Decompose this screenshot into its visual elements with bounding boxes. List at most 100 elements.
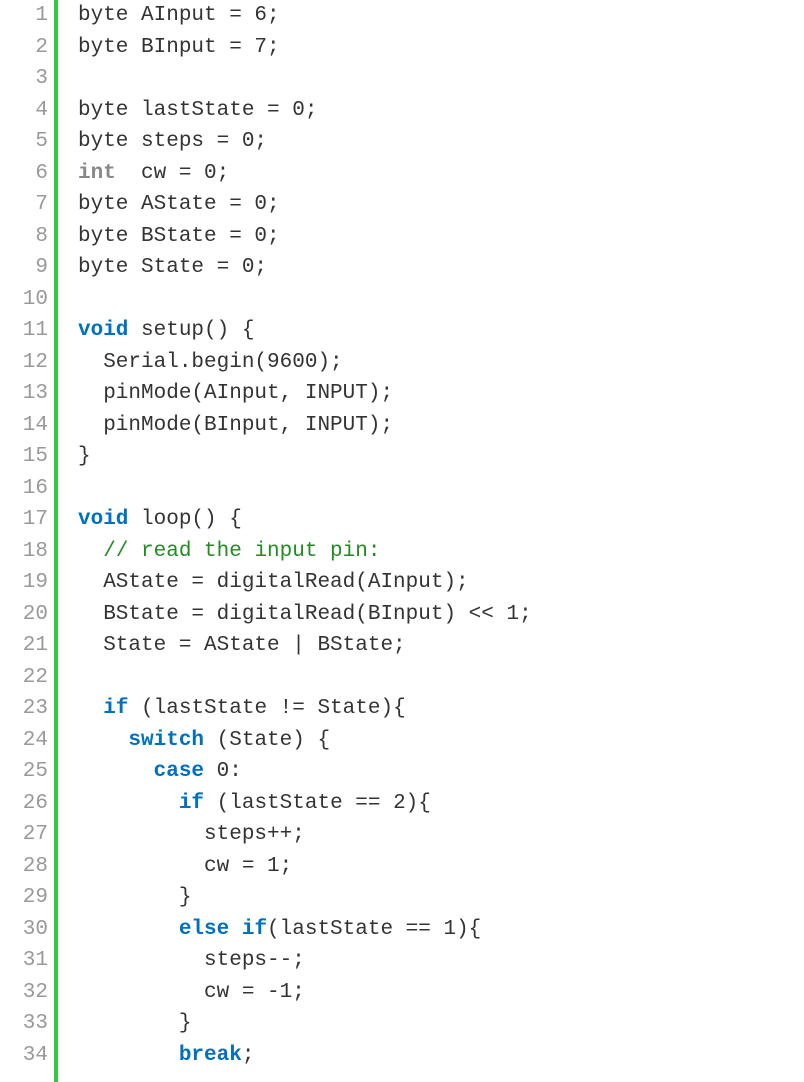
line-number: 5 [0,126,48,158]
line-number: 23 [0,693,48,725]
code-line: void loop() { [78,504,804,536]
code-line: break; [78,1040,804,1072]
line-number: 6 [0,158,48,190]
code-line: byte State = 0; [78,252,804,284]
token-norm: byte AInput = 6; [78,4,280,27]
token-kw: case [154,760,204,783]
token-norm: } [78,886,191,909]
code-line: byte AState = 0; [78,189,804,221]
line-number: 2 [0,32,48,64]
token-kw: switch [128,729,204,752]
code-line [78,473,804,505]
line-number: 14 [0,410,48,442]
code-line: byte BState = 0; [78,221,804,253]
line-number: 29 [0,882,48,914]
line-number: 27 [0,819,48,851]
token-norm: cw = 1; [78,855,292,878]
token-kw: void [78,508,128,531]
line-number: 18 [0,536,48,568]
code-line: byte steps = 0; [78,126,804,158]
token-norm: State = AState | BState; [78,634,406,657]
code-line [78,284,804,316]
token-norm: } [78,445,91,468]
token-norm: pinMode(AInput, INPUT); [78,382,393,405]
line-number: 31 [0,945,48,977]
token-norm: loop() { [128,508,241,531]
token-norm: AState = digitalRead(AInput); [78,571,469,594]
token-norm [78,792,179,815]
token-comment: // read the input pin: [103,540,380,563]
code-line: cw = 1; [78,851,804,883]
line-number: 33 [0,1008,48,1040]
line-number: 12 [0,347,48,379]
code-line: AState = digitalRead(AInput); [78,567,804,599]
token-norm [78,760,154,783]
code-line: State = AState | BState; [78,630,804,662]
code-line: if (lastState == 2){ [78,788,804,820]
code-line: } [78,441,804,473]
token-norm: setup() { [128,319,254,342]
line-number: 11 [0,315,48,347]
line-number: 26 [0,788,48,820]
line-number: 4 [0,95,48,127]
line-number: 32 [0,977,48,1009]
code-line: Serial.begin(9600); [78,347,804,379]
token-type: int [78,162,116,185]
code-line: else if(lastState == 1){ [78,914,804,946]
line-number: 30 [0,914,48,946]
line-number: 3 [0,63,48,95]
line-number: 25 [0,756,48,788]
token-norm: Serial.begin(9600); [78,351,343,374]
line-number: 13 [0,378,48,410]
token-norm: byte BState = 0; [78,225,280,248]
line-number: 34 [0,1040,48,1072]
code-block: 1234567891011121314151617181920212223242… [0,0,804,1082]
code-line: byte lastState = 0; [78,95,804,127]
token-norm: steps++; [78,823,305,846]
token-norm: cw = -1; [78,981,305,1004]
code-line: pinMode(AInput, INPUT); [78,378,804,410]
line-number: 21 [0,630,48,662]
code-line: void setup() { [78,315,804,347]
vertical-rule [54,0,58,1082]
token-norm: byte BInput = 7; [78,36,280,59]
code-line: } [78,1008,804,1040]
code-line: byte AInput = 6; [78,0,804,32]
code-line: cw = -1; [78,977,804,1009]
line-number: 17 [0,504,48,536]
token-norm: BState = digitalRead(BInput) << 1; [78,603,532,626]
code-line: steps++; [78,819,804,851]
code-line: } [78,882,804,914]
token-norm: byte lastState = 0; [78,99,317,122]
token-norm: pinMode(BInput, INPUT); [78,414,393,437]
token-norm [78,697,103,720]
token-norm: (lastState == 2){ [204,792,431,815]
token-norm: steps--; [78,949,305,972]
line-number: 16 [0,473,48,505]
token-kw: if [103,697,128,720]
code-line: switch (State) { [78,725,804,757]
token-norm: } [78,1012,191,1035]
code-line [78,662,804,694]
token-norm: 0: [204,760,242,783]
line-number-gutter: 1234567891011121314151617181920212223242… [0,0,54,1082]
token-norm [78,1044,179,1067]
line-number: 10 [0,284,48,316]
line-number: 9 [0,252,48,284]
token-kw: if [179,792,204,815]
token-norm: byte State = 0; [78,256,267,279]
token-kw: else if [179,918,267,941]
line-number: 24 [0,725,48,757]
token-norm: (lastState == 1){ [267,918,481,941]
code-line: steps--; [78,945,804,977]
token-norm [78,918,179,941]
code-line: pinMode(BInput, INPUT); [78,410,804,442]
token-kw: void [78,319,128,342]
line-number: 28 [0,851,48,883]
token-norm: (lastState != State){ [128,697,405,720]
code-line: byte BInput = 7; [78,32,804,64]
line-number: 20 [0,599,48,631]
line-number: 19 [0,567,48,599]
code-line: case 0: [78,756,804,788]
line-number: 1 [0,0,48,32]
